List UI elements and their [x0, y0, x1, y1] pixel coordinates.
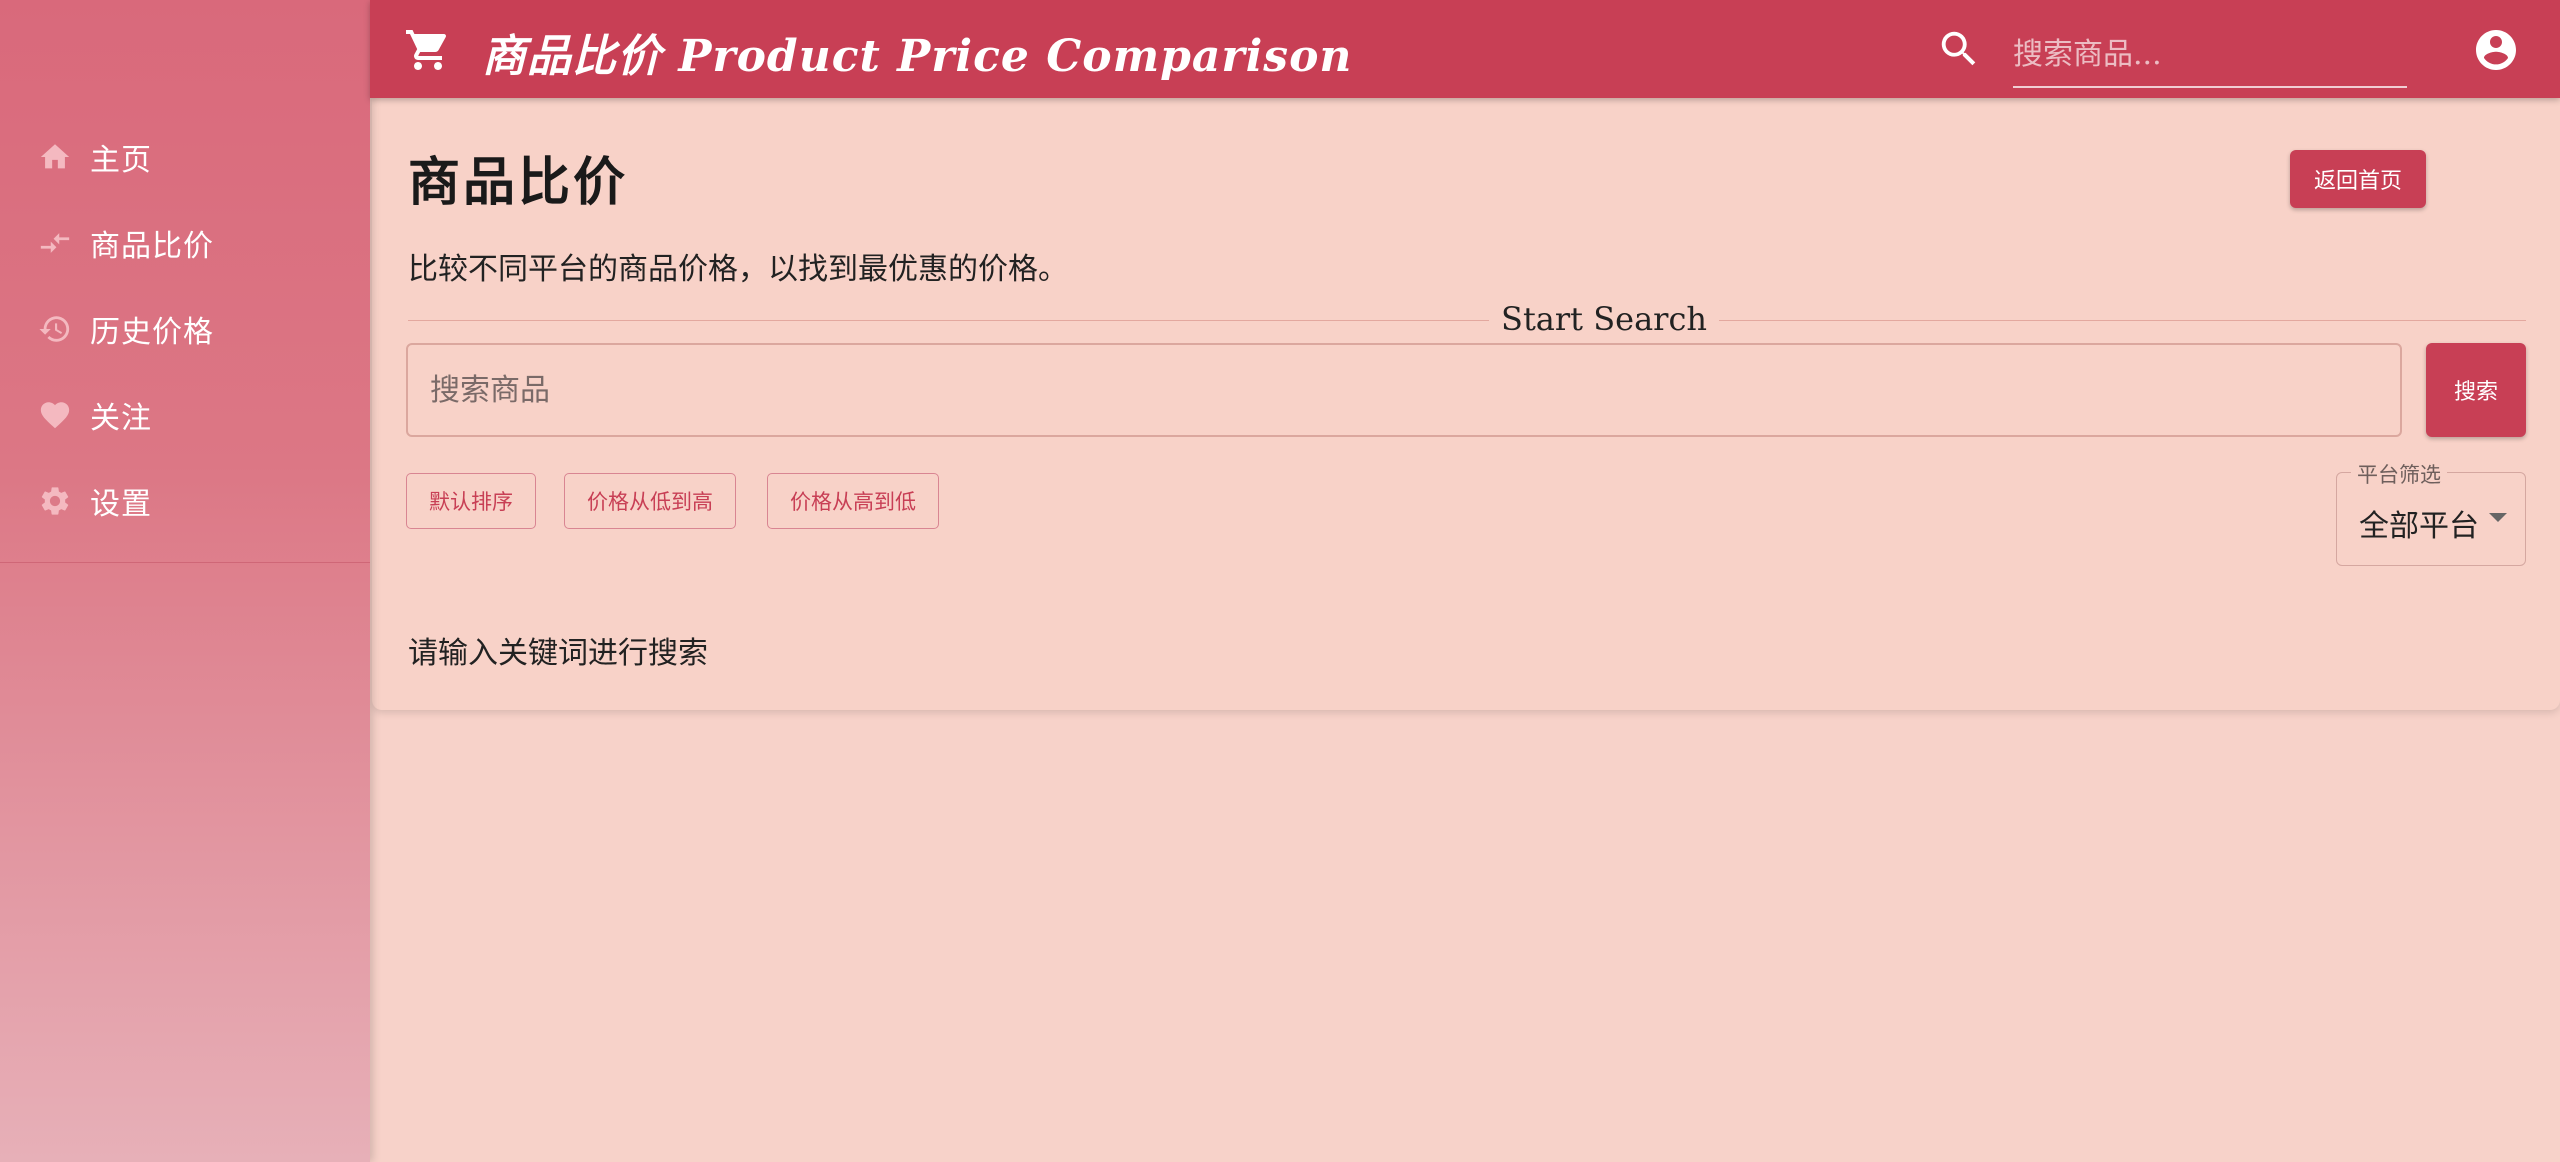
divider-label: Start Search [1372, 300, 1836, 338]
platform-filter-label: 平台筛选 [2351, 459, 2447, 489]
app-header: 商品比价 Product Price Comparison [370, 0, 2560, 98]
sidebar-nav: 主页 商品比价 历史价格 关注 设置 [0, 114, 370, 563]
sidebar-item-settings[interactable]: 设置 [0, 458, 370, 544]
sidebar-item-compare[interactable]: 商品比价 [0, 200, 370, 286]
main-card: 商品比价 返回首页 比较不同平台的商品价格，以找到最优惠的价格。 Start S… [372, 98, 2560, 710]
sidebar-item-label: 历史价格 [90, 315, 214, 350]
app-title: 商品比价 Product Price Comparison [482, 31, 1353, 82]
search-icon[interactable] [1936, 26, 1982, 72]
cart-icon[interactable] [404, 26, 452, 74]
chevron-down-icon [2489, 513, 2507, 522]
home-icon [38, 140, 72, 174]
search-button[interactable]: 搜索 [2426, 343, 2526, 437]
page-title: 商品比价 [408, 152, 629, 213]
compare-arrows-icon [38, 226, 72, 260]
header-search-input[interactable] [2013, 22, 2407, 88]
empty-search-hint: 请输入关键词进行搜索 [408, 636, 708, 671]
product-search-input[interactable] [406, 343, 2402, 437]
sidebar-item-home[interactable]: 主页 [0, 114, 370, 200]
heart-icon [38, 398, 72, 432]
sidebar-item-label: 设置 [90, 487, 152, 522]
history-icon [38, 312, 72, 346]
sidebar-item-label: 关注 [90, 401, 152, 436]
sidebar-item-label: 主页 [90, 143, 152, 178]
platform-filter-value: 全部平台 [2359, 509, 2479, 544]
platform-filter-select[interactable]: 平台筛选 全部平台 [2336, 459, 2526, 566]
page-description: 比较不同平台的商品价格，以找到最优惠的价格。 [408, 252, 1068, 287]
sidebar-item-label: 商品比价 [90, 229, 214, 264]
sidebar-item-favorites[interactable]: 关注 [0, 372, 370, 458]
gear-icon [38, 484, 72, 518]
sort-default-button[interactable]: 默认排序 [406, 473, 536, 529]
sort-price-asc-button[interactable]: 价格从低到高 [564, 473, 736, 529]
sidebar-item-history[interactable]: 历史价格 [0, 286, 370, 372]
sort-price-desc-button[interactable]: 价格从高到低 [767, 473, 939, 529]
account-circle-icon[interactable] [2472, 26, 2520, 74]
back-home-button[interactable]: 返回首页 [2290, 150, 2426, 208]
sidebar: 主页 商品比价 历史价格 关注 设置 [0, 0, 370, 1162]
divider-label-text: Start Search [1489, 300, 1719, 338]
